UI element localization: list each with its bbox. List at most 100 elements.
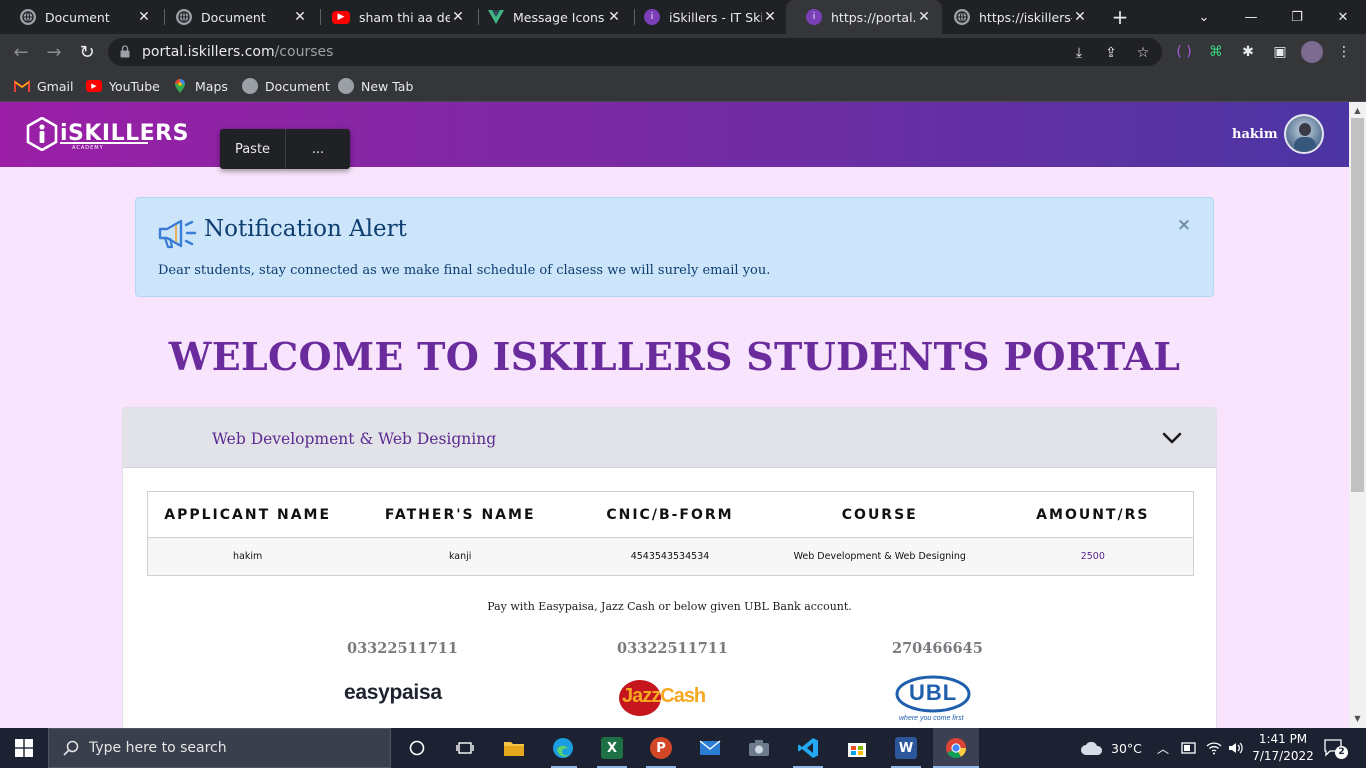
vue-icon: [488, 9, 504, 25]
taskbar-search[interactable]: Type here to search: [48, 728, 391, 768]
powerpoint-icon[interactable]: P: [646, 734, 676, 762]
tab-document-2[interactable]: Document ✕: [156, 0, 318, 34]
avatar-head: [1299, 123, 1311, 136]
forward-arrow-icon[interactable]: →: [41, 39, 67, 65]
tab-title: Message Icons &: [513, 9, 606, 25]
close-icon[interactable]: ✕: [450, 9, 466, 25]
install-app-icon[interactable]: ⤓: [1070, 44, 1088, 62]
taskbar-clock[interactable]: 1:41 PM 7/17/2022: [1251, 731, 1315, 765]
logo-underline: [60, 142, 148, 144]
notification-alert: Notification Alert Dear students, stay c…: [135, 197, 1214, 297]
avatar[interactable]: [1284, 114, 1324, 154]
close-icon[interactable]: ✕: [762, 9, 778, 25]
kebab-menu-icon[interactable]: ⋮: [1334, 42, 1354, 62]
close-icon[interactable]: ✕: [136, 9, 152, 25]
tab-message-icons[interactable]: Message Icons & ✕: [468, 0, 632, 34]
restore-icon[interactable]: ❐: [1274, 0, 1320, 34]
iskillers-logo[interactable]: iSKILLERS: [26, 117, 189, 151]
tab-iskillers[interactable]: i iSkillers - IT Skills ✕: [624, 0, 788, 34]
weather-widget[interactable]: 30°C: [1080, 728, 1142, 768]
new-tab-button[interactable]: +: [1108, 5, 1132, 29]
chevron-down-icon[interactable]: [1161, 428, 1183, 448]
cloud-icon: [1081, 741, 1103, 755]
easypaisa-logo: easypaisa: [344, 681, 442, 704]
tab-iskillers-p[interactable]: https://iskillers-p ✕: [934, 0, 1098, 34]
bookmark-label: Gmail: [37, 78, 74, 94]
back-arrow-icon[interactable]: ←: [8, 39, 34, 65]
extension-icon[interactable]: ( ): [1174, 42, 1194, 62]
table-header-row: APPLICANT NAME FATHER'S NAME CNIC/B-FORM…: [147, 491, 1194, 538]
user-name[interactable]: hakim: [1232, 127, 1278, 142]
start-button[interactable]: [0, 728, 48, 768]
globe-icon: [338, 78, 354, 94]
clock-time: 1:41 PM: [1258, 732, 1308, 746]
tab-youtube[interactable]: ▶ sham thi aa deep ✕: [312, 0, 476, 34]
course-cell: Web Development & Web Designing: [766, 537, 993, 576]
tray-chevron-icon[interactable]: ︿: [1157, 728, 1169, 768]
site-header: iSKILLERS ACADEMY hakim: [0, 102, 1349, 167]
tab-document-1[interactable]: Document ✕: [0, 0, 162, 34]
battery-icon[interactable]: [1181, 728, 1197, 768]
bookmark-gmail[interactable]: Gmail: [14, 77, 73, 95]
bookmark-new-tab[interactable]: New Tab: [338, 77, 413, 95]
youtube-icon: ▶: [86, 80, 102, 92]
puzzle-icon[interactable]: ✱: [1238, 42, 1258, 62]
window-close-icon[interactable]: ✕: [1320, 0, 1366, 34]
page-title: WELCOME TO ISKILLERS STUDENTS PORTAL: [168, 334, 1181, 379]
edge-icon[interactable]: [548, 734, 578, 762]
avatar-torso: [1294, 137, 1316, 152]
task-view-icon[interactable]: [450, 734, 480, 762]
search-placeholder: Type here to search: [89, 740, 227, 756]
reload-icon[interactable]: ↻: [74, 39, 100, 65]
scroll-down-arrow-icon[interactable]: ▼: [1353, 714, 1362, 723]
tab-title: Document: [45, 9, 110, 25]
word-icon[interactable]: W: [891, 734, 921, 762]
youtube-icon: ▶: [332, 10, 350, 24]
minimize-icon[interactable]: —: [1228, 0, 1274, 34]
profile-avatar[interactable]: [1301, 41, 1323, 63]
tab-strip: Document ✕ Document ✕ ▶ sham thi aa deep…: [0, 0, 1366, 34]
excel-icon[interactable]: X: [597, 734, 627, 762]
bookmark-label: Maps: [195, 78, 228, 94]
camera-icon[interactable]: [744, 734, 774, 762]
close-icon[interactable]: ✕: [916, 9, 932, 25]
chrome-icon[interactable]: [941, 734, 971, 762]
store-icon[interactable]: [842, 734, 872, 762]
tab-title: https://portal.iski: [831, 9, 916, 25]
column-header: COURSE: [766, 491, 993, 538]
close-icon[interactable]: ✕: [292, 9, 308, 25]
windows-logo-icon: [15, 739, 33, 757]
paste-context-menu: Paste ...: [220, 129, 350, 169]
close-icon[interactable]: ✕: [606, 9, 622, 25]
scroll-up-arrow-icon[interactable]: ▲: [1353, 106, 1362, 115]
vscode-icon[interactable]: [793, 734, 823, 762]
more-menu-item[interactable]: ...: [286, 129, 350, 169]
page-scrollbar[interactable]: ▲ ▼: [1349, 102, 1366, 728]
bookmark-document[interactable]: Document: [242, 77, 330, 95]
bookmark-star-icon[interactable]: ☆: [1134, 44, 1152, 62]
cortana-icon[interactable]: [402, 734, 432, 762]
course-accordion-header[interactable]: Web Development & Web Designing: [123, 408, 1216, 468]
tab-search-chevron-icon[interactable]: ⌄: [1181, 0, 1227, 34]
file-explorer-icon[interactable]: [499, 734, 529, 762]
bookmark-youtube[interactable]: ▶ YouTube: [86, 77, 160, 95]
paste-menu-item[interactable]: Paste: [220, 129, 286, 169]
notification-center-icon[interactable]: 2: [1324, 728, 1348, 768]
address-bar[interactable]: portal.iskillers.com/courses ⤓ ⇪ ☆: [108, 38, 1162, 66]
tab-title: Document: [201, 9, 266, 25]
wifi-icon[interactable]: [1206, 728, 1222, 768]
share-icon[interactable]: ⇪: [1102, 44, 1120, 62]
ubl-logo: UBL where you come first: [895, 674, 975, 726]
extension-2-icon[interactable]: ⌘: [1206, 42, 1226, 62]
table-row: hakim kanji 4543543534534 Web Developmen…: [147, 537, 1194, 576]
volume-icon[interactable]: [1228, 728, 1244, 768]
mail-icon[interactable]: [695, 734, 725, 762]
tab-portal-active[interactable]: i https://portal.iski ✕: [786, 0, 942, 34]
scrollbar-thumb[interactable]: [1351, 118, 1364, 492]
bookmark-maps[interactable]: Maps: [172, 77, 228, 95]
close-icon[interactable]: ×: [1176, 217, 1192, 234]
side-panel-icon[interactable]: ▣: [1270, 42, 1290, 62]
close-icon[interactable]: ✕: [1072, 9, 1088, 25]
tab-title: sham thi aa deep: [359, 9, 450, 25]
weather-temp: 30°C: [1111, 740, 1142, 756]
